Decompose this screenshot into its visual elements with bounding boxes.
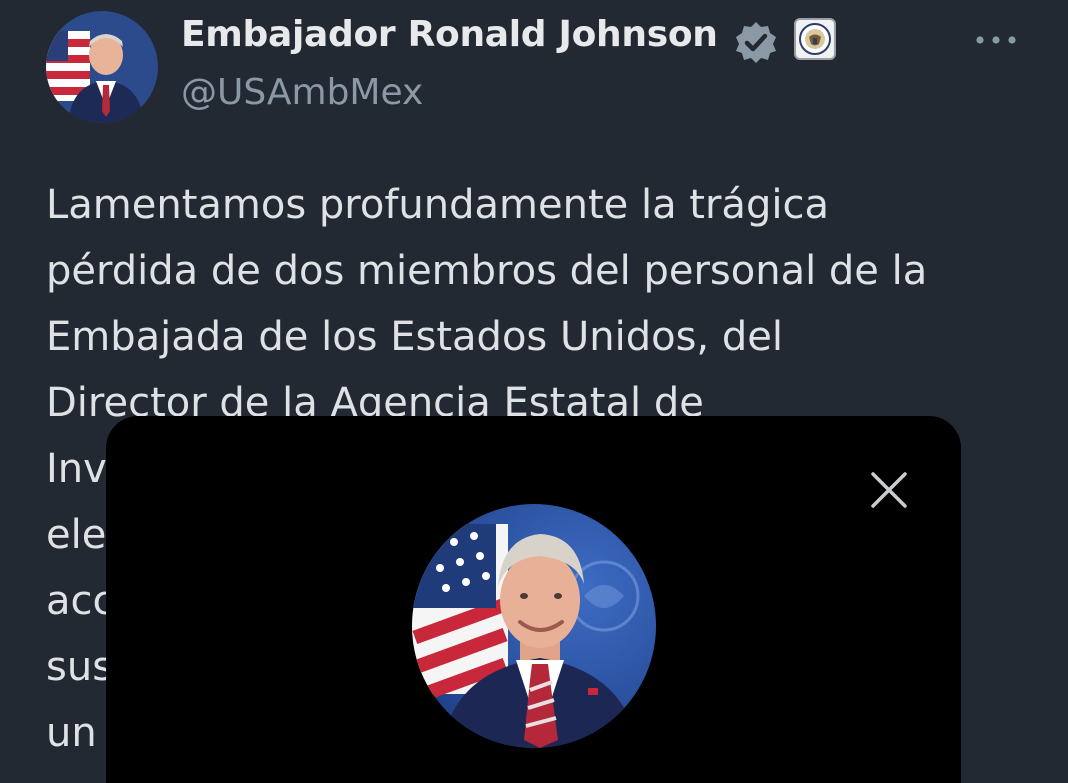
- tweet-text-line: Lamentamos profundamente la trágica: [46, 182, 829, 228]
- profile-photo-image: [412, 504, 656, 748]
- author-display-name[interactable]: Embajador Ronald Johnson: [181, 14, 718, 55]
- close-icon: [871, 472, 907, 508]
- tweet-text-line: Embajada de los Estados Unidos, del: [46, 314, 783, 360]
- state-department-seal-icon[interactable]: [794, 18, 836, 60]
- tweet-text-line: pérdida de dos miembros del personal de …: [46, 248, 928, 294]
- profile-photo: [412, 504, 656, 748]
- author-avatar-image: [46, 11, 158, 123]
- author-handle[interactable]: @USAmbMex: [181, 72, 423, 113]
- more-options-icon[interactable]: [970, 22, 1022, 58]
- author-avatar[interactable]: [46, 11, 158, 123]
- close-button[interactable]: [856, 462, 922, 518]
- verified-badge-icon: [734, 20, 778, 64]
- tweet-view: Embajador Ronald Johnson @USAmbMex Lamen…: [0, 0, 1068, 783]
